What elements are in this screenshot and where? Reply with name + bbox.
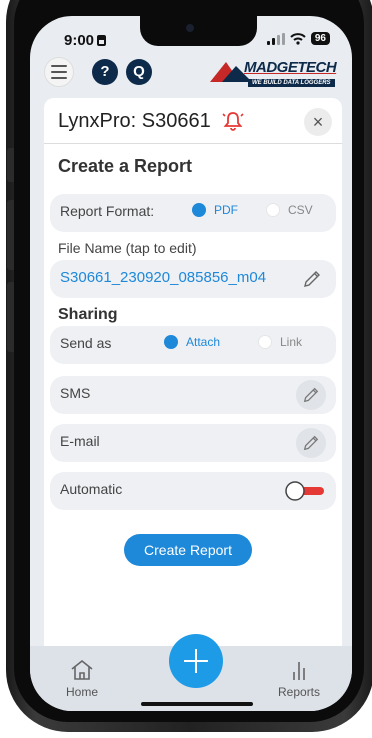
app-top-bar: ? Q MADGETECH WE BUILD DATA LOGGERS bbox=[30, 52, 352, 94]
status-time: 9:00 bbox=[64, 32, 107, 49]
system-icons: 96 bbox=[266, 32, 330, 45]
radio-unselected-icon bbox=[258, 335, 272, 349]
signal-icon bbox=[266, 32, 285, 45]
pencil-icon[interactable] bbox=[302, 269, 322, 289]
camera-lens bbox=[186, 24, 194, 32]
radio-selected-icon bbox=[192, 203, 206, 217]
sim-icon bbox=[97, 35, 107, 46]
close-button[interactable]: × bbox=[304, 108, 332, 136]
format-option-csv[interactable]: CSV bbox=[266, 203, 313, 217]
send-option-attach[interactable]: Attach bbox=[164, 335, 220, 349]
app-screen: 9:00 96 ? Q MADGETECH WE BUILD DATA LOGG… bbox=[30, 16, 352, 711]
automatic-toggle[interactable] bbox=[284, 481, 326, 501]
format-option-label: PDF bbox=[214, 203, 238, 217]
report-format-row: Report Format: PDF CSV bbox=[50, 194, 336, 232]
send-as-label: Send as bbox=[60, 335, 112, 351]
create-report-heading: Create a Report bbox=[58, 156, 193, 176]
wifi-icon bbox=[290, 32, 306, 45]
bottom-nav: Home Reports bbox=[30, 634, 352, 711]
email-label: E-mail bbox=[60, 433, 100, 449]
pencil-icon bbox=[303, 435, 319, 451]
menu-button[interactable] bbox=[44, 57, 74, 87]
radio-selected-icon bbox=[164, 335, 178, 349]
send-option-label: Attach bbox=[186, 335, 221, 349]
reports-bars-icon bbox=[293, 662, 305, 680]
send-option-link[interactable]: Link bbox=[258, 335, 302, 349]
radio-unselected-icon bbox=[266, 203, 280, 217]
sms-row: SMS bbox=[50, 376, 336, 414]
madgetech-logo: MADGETECH WE BUILD DATA LOGGERS bbox=[210, 58, 346, 90]
nav-reports-label: Reports bbox=[278, 685, 321, 699]
pencil-icon bbox=[303, 387, 319, 403]
nav-reports[interactable]: Reports bbox=[278, 658, 320, 699]
automatic-row: Automatic bbox=[50, 472, 336, 510]
bell-alert-icon[interactable] bbox=[222, 110, 244, 132]
camera-notch bbox=[140, 16, 257, 46]
report-panel: LynxPro: S30661 × Create a Report Report… bbox=[44, 98, 342, 646]
sharing-heading: Sharing bbox=[58, 306, 118, 323]
add-button[interactable] bbox=[169, 634, 223, 688]
panel-header: LynxPro: S30661 × bbox=[44, 98, 342, 144]
logo-tagline: WE BUILD DATA LOGGERS bbox=[248, 79, 335, 87]
device-title: LynxPro: S30661 bbox=[58, 110, 211, 132]
nav-home-label: Home bbox=[66, 685, 99, 699]
menu-icon bbox=[51, 65, 67, 67]
home-indicator bbox=[141, 702, 253, 706]
email-row: E-mail bbox=[50, 424, 336, 462]
send-option-label: Link bbox=[280, 335, 303, 349]
help-button[interactable]: ? bbox=[92, 59, 118, 85]
battery-indicator: 96 bbox=[310, 32, 330, 45]
create-report-button[interactable]: Create Report bbox=[124, 534, 252, 566]
sms-label: SMS bbox=[60, 385, 91, 401]
search-button[interactable]: Q bbox=[126, 59, 152, 85]
file-name-value[interactable]: S30661_230920_085856_m04 bbox=[60, 269, 266, 286]
edit-sms-button[interactable] bbox=[296, 380, 326, 410]
nav-home[interactable]: Home bbox=[66, 658, 98, 699]
logo-text: MADGETECH bbox=[244, 59, 337, 76]
file-name-field[interactable]: S30661_230920_085856_m04 bbox=[50, 260, 336, 298]
automatic-label: Automatic bbox=[60, 481, 123, 497]
format-option-label: CSV bbox=[288, 203, 313, 217]
file-name-label: File Name (tap to edit) bbox=[58, 240, 197, 256]
report-format-label: Report Format: bbox=[60, 203, 155, 219]
plus-icon bbox=[184, 649, 208, 673]
send-as-row: Send as Attach Link bbox=[50, 326, 336, 364]
edit-email-button[interactable] bbox=[296, 428, 326, 458]
home-icon bbox=[71, 659, 93, 680]
format-option-pdf[interactable]: PDF bbox=[192, 203, 238, 217]
